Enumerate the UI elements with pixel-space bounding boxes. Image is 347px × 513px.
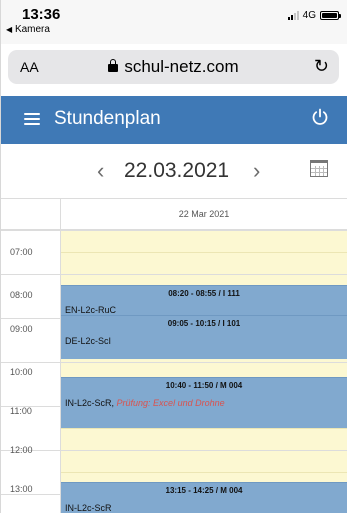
lesson-event[interactable]: 13:15 - 14:25 / M 004 IN-L2c-ScR [61, 482, 347, 513]
back-to-app[interactable]: ◀ Kamera [6, 24, 50, 35]
app-header: Stundenplan [0, 96, 347, 144]
event-time-room: 09:05 - 10:15 / I 101 [167, 319, 241, 328]
half-hour-line [61, 252, 347, 253]
lesson-event[interactable]: 08:20 - 08:55 / I 111 EN-L2c-RuC [61, 285, 347, 315]
hour-line [0, 450, 347, 451]
day-header: 22 Mar 2021 [60, 199, 347, 230]
time-column-divider [60, 230, 61, 513]
event-course: EN-L2c-RuC [65, 305, 117, 315]
chevron-left-icon[interactable]: ‹ [97, 158, 104, 184]
status-time: 13:36 [22, 6, 61, 23]
schedule-grid: 22 Mar 2021 07:00 08:00 09:00 10:00 11:0… [0, 198, 347, 513]
url-text: schul-netz.com [124, 57, 239, 76]
hour-line [0, 230, 347, 231]
event-course: IN-L2c-ScR, [65, 398, 115, 408]
lock-icon [108, 59, 119, 72]
network-type: 4G [302, 10, 316, 21]
time-label: 13:00 [10, 484, 33, 494]
lesson-event[interactable]: 10:40 - 11:50 / M 004 IN-L2c-ScR, Prüfun… [61, 377, 347, 428]
hour-line [0, 362, 347, 363]
event-course-line: IN-L2c-ScR, Prüfung: Excel und Drohne [65, 398, 225, 408]
status-indicators: 4G [287, 10, 341, 21]
url-display[interactable]: schul-netz.com [8, 57, 339, 77]
calendar-icon[interactable] [310, 160, 328, 177]
signal-icon [287, 11, 299, 20]
current-date[interactable]: 22.03.2021 [124, 159, 229, 183]
half-hour-line [61, 428, 347, 429]
chevron-right-icon[interactable]: › [253, 158, 260, 184]
hamburger-icon[interactable] [24, 113, 40, 125]
time-label: 08:00 [10, 290, 33, 300]
event-time-room: 10:40 - 11:50 / M 004 [165, 381, 243, 390]
exam-note: Prüfung: Excel und Drohne [116, 398, 225, 408]
time-label: 09:00 [10, 324, 33, 334]
time-label: 07:00 [10, 247, 33, 257]
page-title: Stundenplan [54, 108, 161, 129]
reload-icon[interactable]: ↻ [314, 56, 329, 77]
event-course: IN-L2c-ScR [65, 503, 112, 513]
grid-corner [0, 199, 60, 230]
address-bar[interactable]: AA schul-netz.com ↻ [8, 50, 339, 84]
lesson-event[interactable]: 09:05 - 10:15 / I 101 DE-L2c-ScI [61, 315, 347, 359]
back-arrow-icon: ◀ [6, 25, 13, 34]
battery-icon [320, 11, 341, 20]
status-bar: 13:36 ◀ Kamera 4G [0, 0, 347, 44]
time-label: 10:00 [10, 367, 33, 377]
event-course: DE-L2c-ScI [65, 336, 112, 346]
power-icon[interactable] [311, 108, 329, 126]
date-navigation: ‹ 22.03.2021 › [0, 144, 347, 198]
event-time-room: 08:20 - 08:55 / I 111 [168, 289, 240, 298]
hour-line [0, 274, 347, 275]
time-label: 12:00 [10, 445, 33, 455]
back-app-label: Kamera [14, 24, 50, 35]
day-column[interactable] [61, 230, 347, 513]
half-hour-line [61, 472, 347, 473]
time-label: 11:00 [10, 406, 32, 416]
event-time-room: 13:15 - 14:25 / M 004 [165, 486, 243, 495]
